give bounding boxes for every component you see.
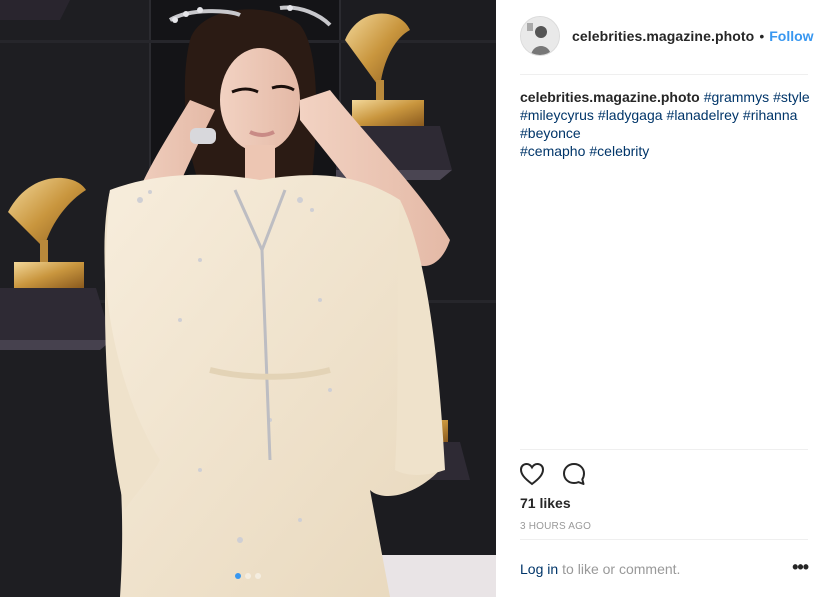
hashtag-link[interactable]: #celebrity bbox=[589, 143, 649, 159]
comment-prompt-text: to like or comment. bbox=[562, 561, 681, 577]
separator-dot: • bbox=[759, 28, 765, 44]
more-options-icon[interactable]: ••• bbox=[792, 558, 809, 576]
hashtag-link[interactable]: #rihanna bbox=[743, 107, 798, 123]
hashtag-link[interactable]: #style bbox=[773, 89, 810, 105]
hashtag-link[interactable]: #ladygaga bbox=[598, 107, 663, 123]
carousel-indicator bbox=[0, 573, 496, 579]
divider bbox=[520, 539, 808, 540]
photo-illustration bbox=[0, 0, 496, 597]
username-link[interactable]: celebrities.magazine.photo bbox=[572, 28, 754, 44]
comment-icon[interactable] bbox=[560, 460, 588, 488]
hashtag-link[interactable]: #grammys bbox=[704, 89, 769, 105]
carousel-dot bbox=[245, 573, 251, 579]
caption-username-link[interactable]: celebrities.magazine.photo bbox=[520, 89, 700, 105]
post-timestamp: 3 HOURS AGO bbox=[520, 521, 592, 532]
divider bbox=[520, 74, 808, 75]
hashtag-link[interactable]: #mileycyrus bbox=[520, 107, 594, 123]
follow-button[interactable]: Follow bbox=[769, 28, 813, 44]
post-header: celebrities.magazine.photo • Follow bbox=[520, 15, 814, 57]
comment-prompt-row: Log in to like or comment. ••• bbox=[520, 558, 809, 578]
avatar-image bbox=[521, 17, 559, 55]
hashtag-link[interactable]: #cemapho bbox=[520, 143, 585, 159]
carousel-dot bbox=[255, 573, 261, 579]
hashtag-link[interactable]: #beyonce bbox=[520, 125, 581, 141]
post-actions bbox=[518, 460, 588, 488]
likes-count[interactable]: 71 likes bbox=[520, 495, 571, 511]
divider bbox=[520, 449, 808, 450]
login-link[interactable]: Log in bbox=[520, 561, 558, 577]
heart-icon[interactable] bbox=[518, 460, 546, 488]
post-caption: celebrities.magazine.photo #grammys #style… bbox=[520, 88, 810, 160]
post-side-panel: celebrities.magazine.photo • Follow cele… bbox=[496, 0, 824, 597]
hashtag-link[interactable]: #lanadelrey bbox=[667, 107, 739, 123]
avatar[interactable] bbox=[520, 16, 560, 56]
post-photo[interactable] bbox=[0, 0, 496, 597]
carousel-dot bbox=[235, 573, 241, 579]
